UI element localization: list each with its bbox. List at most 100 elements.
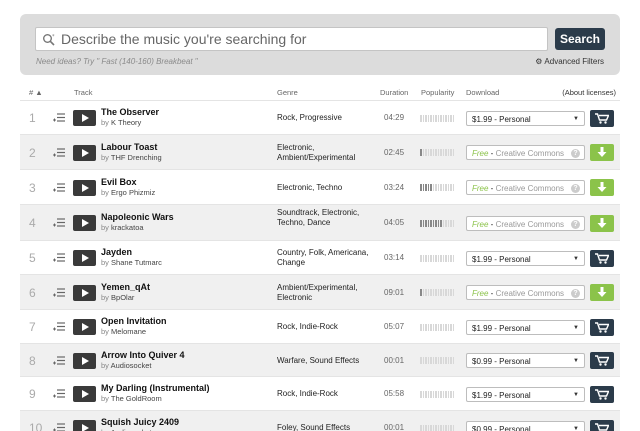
track-title[interactable]: Arrow Into Quiver 4 xyxy=(101,350,185,360)
license-select[interactable]: $0.99 - Personal ▼ xyxy=(466,420,585,431)
popularity-bar xyxy=(440,219,442,227)
track-artist[interactable]: by Shane Tutmarc xyxy=(101,258,162,267)
track-title[interactable]: Labour Toast xyxy=(101,142,157,152)
license-select[interactable]: $0.99 - Personal ▼ xyxy=(466,353,585,368)
popularity-meter xyxy=(420,323,454,331)
add-to-cart-button[interactable] xyxy=(590,385,614,403)
help-icon[interactable]: ? xyxy=(571,184,580,193)
artist-name[interactable]: Audiosocket xyxy=(111,361,152,370)
play-button[interactable] xyxy=(73,215,96,231)
play-button[interactable] xyxy=(73,386,96,402)
popularity-bar xyxy=(452,184,454,191)
col-num-header[interactable]: # ▲ xyxy=(29,88,43,97)
add-to-queue-icon[interactable] xyxy=(53,355,65,366)
track-number: 6 xyxy=(29,285,36,300)
col-genre-header: Genre xyxy=(277,88,298,97)
track-artist[interactable]: by BpOlar xyxy=(101,293,134,302)
artist-name[interactable]: Shane Tutmarc xyxy=(111,258,162,267)
download-button[interactable] xyxy=(590,179,614,196)
track-artist[interactable]: by Melomane xyxy=(101,327,146,336)
advanced-filters-link[interactable]: ⚙ Advanced Filters xyxy=(535,57,604,66)
cart-icon xyxy=(595,355,609,366)
add-to-cart-button[interactable] xyxy=(590,352,614,369)
play-button[interactable] xyxy=(73,179,96,196)
license-label: $0.99 - Personal xyxy=(472,424,531,431)
add-to-cart-button[interactable] xyxy=(590,249,614,267)
license-select[interactable]: Free - Creative Commons? xyxy=(466,285,585,300)
track-title[interactable]: Jayden xyxy=(101,247,132,257)
artist-name[interactable]: Melomane xyxy=(111,327,146,336)
popularity-bar xyxy=(440,184,442,191)
track-artist[interactable]: by THF Drenching xyxy=(101,153,162,162)
add-to-queue-icon[interactable] xyxy=(53,252,65,263)
popularity-bar xyxy=(435,390,437,398)
add-to-queue-icon[interactable] xyxy=(53,182,65,193)
track-title[interactable]: Napoleonic Wars xyxy=(101,212,174,222)
play-button[interactable] xyxy=(73,284,96,301)
add-to-cart-button[interactable] xyxy=(590,318,614,336)
add-to-queue-icon[interactable] xyxy=(53,217,65,228)
play-button[interactable] xyxy=(73,144,96,161)
license-select[interactable]: $1.99 - Personal ▼ xyxy=(466,110,585,126)
download-button[interactable] xyxy=(590,144,614,161)
download-button[interactable] xyxy=(590,214,614,232)
search-box[interactable]: * xyxy=(35,27,548,51)
add-to-queue-icon[interactable] xyxy=(53,422,65,431)
artist-name[interactable]: K Theory xyxy=(111,118,141,127)
play-icon xyxy=(82,424,89,431)
artist-name[interactable]: THF Drenching xyxy=(111,153,162,162)
download-button[interactable] xyxy=(590,284,614,301)
play-button[interactable] xyxy=(73,110,96,126)
add-to-queue-icon[interactable] xyxy=(53,287,65,298)
track-artist[interactable]: by Audiosocket xyxy=(101,361,151,370)
license-select[interactable]: $1.99 - Personal ▼ xyxy=(466,386,585,402)
add-to-queue-icon[interactable] xyxy=(53,147,65,158)
play-button[interactable] xyxy=(73,352,96,369)
track-number: 9 xyxy=(29,387,36,401)
search-button[interactable]: Search xyxy=(555,28,605,50)
add-to-queue-icon[interactable] xyxy=(53,112,65,123)
popularity-bar xyxy=(437,289,439,296)
license-select[interactable]: Free - Creative Commons? xyxy=(466,145,585,160)
download-arrow-icon xyxy=(597,182,607,192)
license-label: $0.99 - Personal xyxy=(472,357,531,366)
search-input[interactable] xyxy=(61,30,541,48)
play-button[interactable] xyxy=(73,420,96,431)
play-button[interactable] xyxy=(73,250,96,266)
add-to-queue-icon[interactable] xyxy=(53,321,65,332)
track-number: 3 xyxy=(29,180,36,195)
artist-name[interactable]: krackatoa xyxy=(111,223,144,232)
track-title[interactable]: Squish Juicy 2409 xyxy=(101,417,179,427)
license-select[interactable]: $1.99 - Personal ▼ xyxy=(466,319,585,335)
track-title[interactable]: The Observer xyxy=(101,107,159,117)
track-genre: Country, Folk, Americana, Change xyxy=(277,248,369,267)
license-select[interactable]: Free - Creative Commons? xyxy=(466,215,585,231)
artist-name[interactable]: Ergo Phizmiz xyxy=(111,188,155,197)
license-select[interactable]: $1.99 - Personal ▼ xyxy=(466,250,585,266)
track-title[interactable]: Open Invitation xyxy=(101,316,167,326)
help-icon[interactable]: ? xyxy=(571,219,580,229)
help-icon[interactable]: ? xyxy=(571,289,580,298)
ideas-hint: Need ideas? Try " Fast (140-160) Breakbe… xyxy=(36,57,198,66)
track-title[interactable]: Yemen_qAt xyxy=(101,282,150,292)
artist-name[interactable]: The GoldRoom xyxy=(111,394,162,403)
help-icon[interactable]: ? xyxy=(571,149,580,158)
popularity-bar xyxy=(420,424,422,431)
popularity-bar xyxy=(435,424,437,431)
artist-name[interactable]: BpOlar xyxy=(111,293,134,302)
track-artist[interactable]: by krackatoa xyxy=(101,223,144,232)
play-button[interactable] xyxy=(73,319,96,335)
track-artist[interactable]: by K Theory xyxy=(101,118,141,127)
track-genre: Foley, Sound Effects xyxy=(277,423,351,431)
track-artist[interactable]: by Ergo Phizmiz xyxy=(101,188,155,197)
track-title[interactable]: My Darling (Instrumental) xyxy=(101,383,210,393)
track-artist[interactable]: by The GoldRoom xyxy=(101,394,162,403)
license-select[interactable]: Free - Creative Commons? xyxy=(466,180,585,195)
about-licenses-link[interactable]: (About licenses) xyxy=(562,88,616,97)
popularity-bar xyxy=(430,424,432,431)
play-icon xyxy=(82,356,89,365)
add-to-cart-button[interactable] xyxy=(590,419,614,431)
add-to-queue-icon[interactable] xyxy=(53,388,65,399)
track-title[interactable]: Evil Box xyxy=(101,177,137,187)
add-to-cart-button[interactable] xyxy=(590,109,614,127)
